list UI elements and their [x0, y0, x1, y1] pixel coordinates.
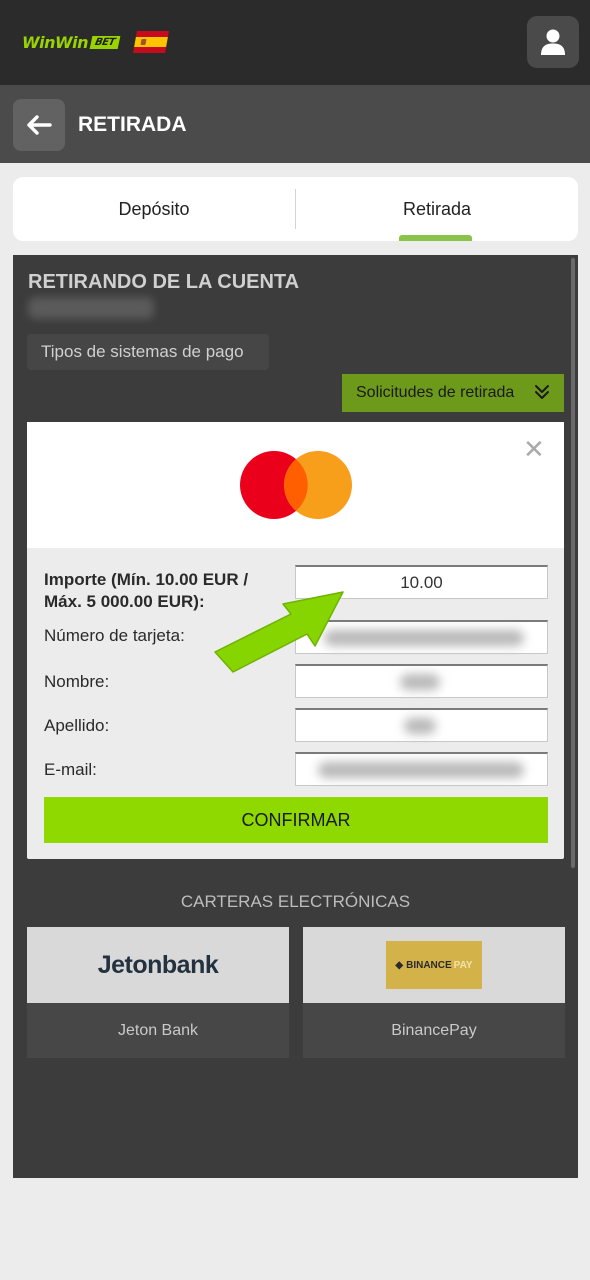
top-bar: WinWin BET: [0, 0, 590, 85]
last-name-input[interactable]: [295, 708, 548, 742]
payment-types-label[interactable]: Tipos de sistemas de pago: [27, 334, 269, 370]
card-number-label: Número de tarjeta:: [44, 626, 185, 645]
first-name-label: Nombre:: [44, 672, 110, 691]
arrow-left-icon: [27, 115, 52, 135]
brand-logo[interactable]: WinWin BET: [22, 33, 121, 52]
logo-badge: BET: [89, 36, 121, 49]
email-blurred: [318, 762, 524, 778]
binance-pay-badge: ◆ BINANCE PAY: [386, 941, 482, 989]
binance-diamond-icon: ◆: [395, 959, 404, 971]
title-bar: RETIRADA: [0, 85, 590, 163]
wallet-jeton-bank[interactable]: Jetonbank Jeton Bank: [27, 927, 289, 1058]
last-name-blurred: [404, 718, 436, 734]
jeton-bank-logo: Jetonbank: [27, 927, 289, 1003]
wallet-name: BinancePay: [391, 1021, 477, 1039]
page-title: RETIRADA: [78, 113, 187, 136]
mastercard-icon: [240, 451, 352, 519]
account-title: RETIRANDO DE LA CUENTA: [28, 271, 300, 293]
wallet-binance-pay[interactable]: ◆ BINANCE PAY BinancePay: [303, 927, 565, 1058]
last-name-label: Apellido:: [44, 716, 110, 735]
user-button[interactable]: [527, 16, 579, 68]
payment-tabs: Depósito Retirada: [13, 177, 578, 241]
email-input[interactable]: [295, 752, 548, 786]
close-icon[interactable]: ✕: [523, 434, 545, 465]
spain-flag-icon[interactable]: [133, 31, 169, 53]
email-label: E-mail:: [44, 760, 97, 779]
double-chevron-down-icon: [535, 385, 549, 399]
tab-withdrawal[interactable]: Retirada: [296, 177, 578, 241]
withdrawal-requests-button[interactable]: Solicitudes de retirada: [342, 374, 564, 412]
back-button[interactable]: [13, 99, 65, 151]
pointer-arrow-icon: [214, 591, 344, 673]
wallet-name: Jeton Bank: [117, 1021, 199, 1039]
user-icon: [541, 29, 565, 55]
active-tab-indicator: [399, 235, 472, 241]
tab-deposit[interactable]: Depósito: [13, 177, 295, 241]
jeton-logo-text: Jetonbank: [97, 950, 219, 979]
confirm-button[interactable]: CONFIRMAR: [44, 797, 548, 843]
binance-logo-suffix: PAY: [453, 959, 473, 971]
account-id-blurred: [28, 297, 154, 319]
modal-header: ✕: [27, 422, 564, 548]
binance-pay-logo: ◆ BINANCE PAY: [303, 927, 565, 1003]
panel-scrollbar[interactable]: [571, 258, 575, 868]
logo-text: WinWin: [22, 33, 89, 52]
binance-logo-text: BINANCE: [406, 959, 452, 971]
e-wallets-title: CARTERAS ELECTRÓNICAS: [180, 892, 411, 911]
first-name-blurred: [400, 674, 440, 690]
withdrawal-requests-label: Solicitudes de retirada: [356, 384, 515, 401]
